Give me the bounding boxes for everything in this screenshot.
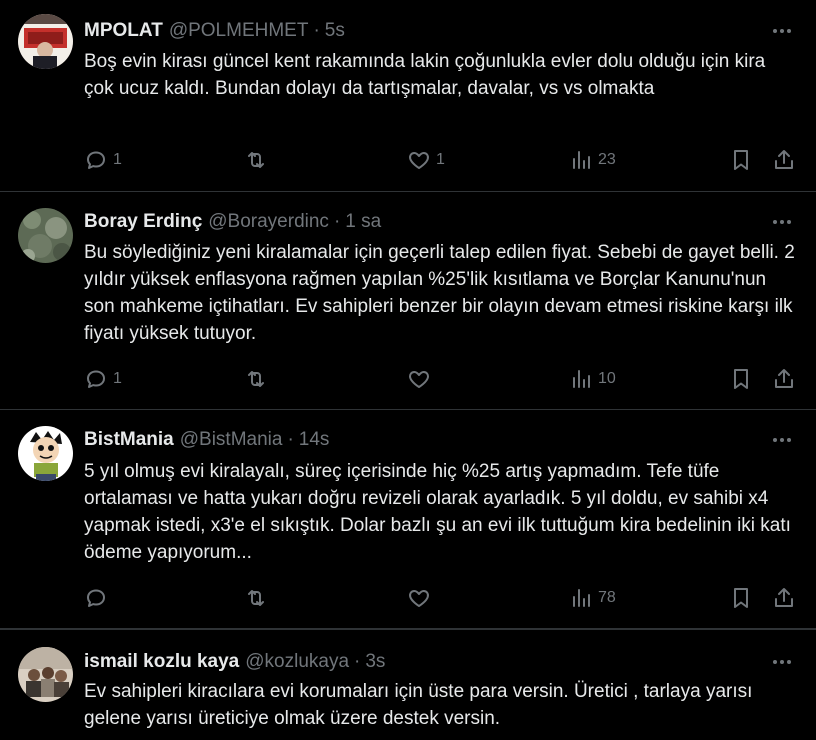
reply-button[interactable]: 1	[84, 366, 122, 392]
tweet-header: MPOLAT @POLMEHMET · 5s	[84, 19, 345, 43]
bookmark-button[interactable]	[729, 366, 753, 392]
view-count: 78	[598, 589, 616, 606]
tweet-text: Boş evin kirası güncel kent rakamında la…	[84, 51, 766, 99]
like-button[interactable]: 1	[407, 147, 445, 173]
bookmark-icon	[734, 369, 748, 389]
reply-count: 1	[113, 370, 122, 387]
author-handle[interactable]: @kozlukaya	[245, 650, 349, 674]
share-icon	[775, 150, 793, 169]
like-button[interactable]	[407, 585, 436, 611]
action-bar: 1 10	[84, 366, 800, 392]
reply-icon	[87, 589, 105, 607]
reply-button[interactable]	[84, 585, 113, 611]
action-bar: 1 1 23	[84, 147, 800, 173]
avatar[interactable]	[18, 647, 73, 702]
tweet-text: 5 yıl olmuş evi kiralayalı, süreç içeris…	[84, 461, 791, 563]
reply-icon	[87, 370, 105, 388]
views-icon	[573, 151, 590, 169]
heart-icon	[409, 371, 429, 388]
retweet-icon	[248, 371, 264, 387]
timestamp[interactable]: 1 sa	[345, 210, 381, 234]
avatar[interactable]	[18, 208, 73, 263]
timestamp[interactable]: 14s	[299, 428, 330, 452]
separator-dot: ·	[333, 211, 341, 232]
view-count: 23	[598, 151, 616, 168]
bookmark-icon	[734, 150, 748, 170]
share-button[interactable]	[772, 366, 796, 392]
tweet-header: ismail kozlu kaya @kozlukaya · 3s	[84, 650, 385, 674]
author-name[interactable]: ismail kozlu kaya	[84, 650, 239, 674]
tweet[interactable]: MPOLAT @POLMEHMET · 5s Boş evin kirası g…	[0, 0, 816, 192]
like-button[interactable]	[407, 366, 436, 392]
reply-icon	[87, 151, 105, 169]
author-handle[interactable]: @POLMEHMET	[169, 19, 309, 43]
timestamp[interactable]: 5s	[325, 19, 345, 43]
separator-dot: ·	[313, 20, 320, 41]
tweet-text: Bu söylediğiniz yeni kiralamalar için ge…	[84, 242, 795, 344]
retweet-icon	[248, 590, 264, 606]
bookmark-button[interactable]	[729, 147, 753, 173]
avatar[interactable]	[18, 14, 73, 69]
views-button[interactable]: 10	[569, 366, 616, 392]
author-name[interactable]: Boray Erdinç	[84, 210, 202, 234]
retweet-button[interactable]	[244, 585, 273, 611]
action-bar: 78	[84, 585, 800, 611]
author-handle[interactable]: @BistMania	[180, 428, 283, 452]
views-icon	[573, 370, 590, 388]
heart-icon	[409, 152, 429, 169]
views-icon	[573, 589, 590, 607]
separator-dot: ·	[354, 651, 361, 672]
bookmark-icon	[734, 588, 748, 608]
author-name[interactable]: BistMania	[84, 428, 174, 452]
tweet-text: Ev sahipleri kiracılara evi korumaları i…	[84, 681, 753, 729]
share-button[interactable]	[772, 147, 796, 173]
view-count: 10	[598, 370, 616, 387]
retweet-button[interactable]	[244, 147, 273, 173]
tweet[interactable]: ismail kozlu kaya @kozlukaya · 3s Ev sah…	[0, 629, 816, 740]
more-options-icon[interactable]	[770, 650, 794, 674]
reply-count: 1	[113, 151, 122, 168]
retweet-button[interactable]	[244, 366, 273, 392]
separator-dot: ·	[287, 429, 294, 450]
views-button[interactable]: 23	[569, 147, 616, 173]
bookmark-button[interactable]	[729, 585, 753, 611]
share-icon	[775, 588, 793, 607]
share-button[interactable]	[772, 585, 796, 611]
more-options-icon[interactable]	[770, 210, 794, 234]
views-button[interactable]: 78	[569, 585, 616, 611]
avatar[interactable]	[18, 426, 73, 481]
retweet-icon	[248, 152, 264, 168]
author-name[interactable]: MPOLAT	[84, 19, 163, 43]
reply-button[interactable]: 1	[84, 147, 122, 173]
timestamp[interactable]: 3s	[365, 650, 385, 674]
heart-icon	[409, 590, 429, 607]
tweet-header: BistMania @BistMania · 14s	[84, 428, 329, 452]
share-icon	[775, 369, 793, 388]
like-count: 1	[436, 151, 445, 168]
tweet[interactable]: BistMania @BistMania · 14s 5 yıl olmuş e…	[0, 410, 816, 629]
tweet[interactable]: Boray Erdinç @Borayerdinc · 1 sa Bu söyl…	[0, 192, 816, 410]
more-options-icon[interactable]	[770, 428, 794, 452]
more-options-icon[interactable]	[770, 19, 794, 43]
tweet-header: Boray Erdinç @Borayerdinc · 1 sa	[84, 210, 381, 234]
author-handle[interactable]: @Borayerdinc	[208, 210, 329, 234]
